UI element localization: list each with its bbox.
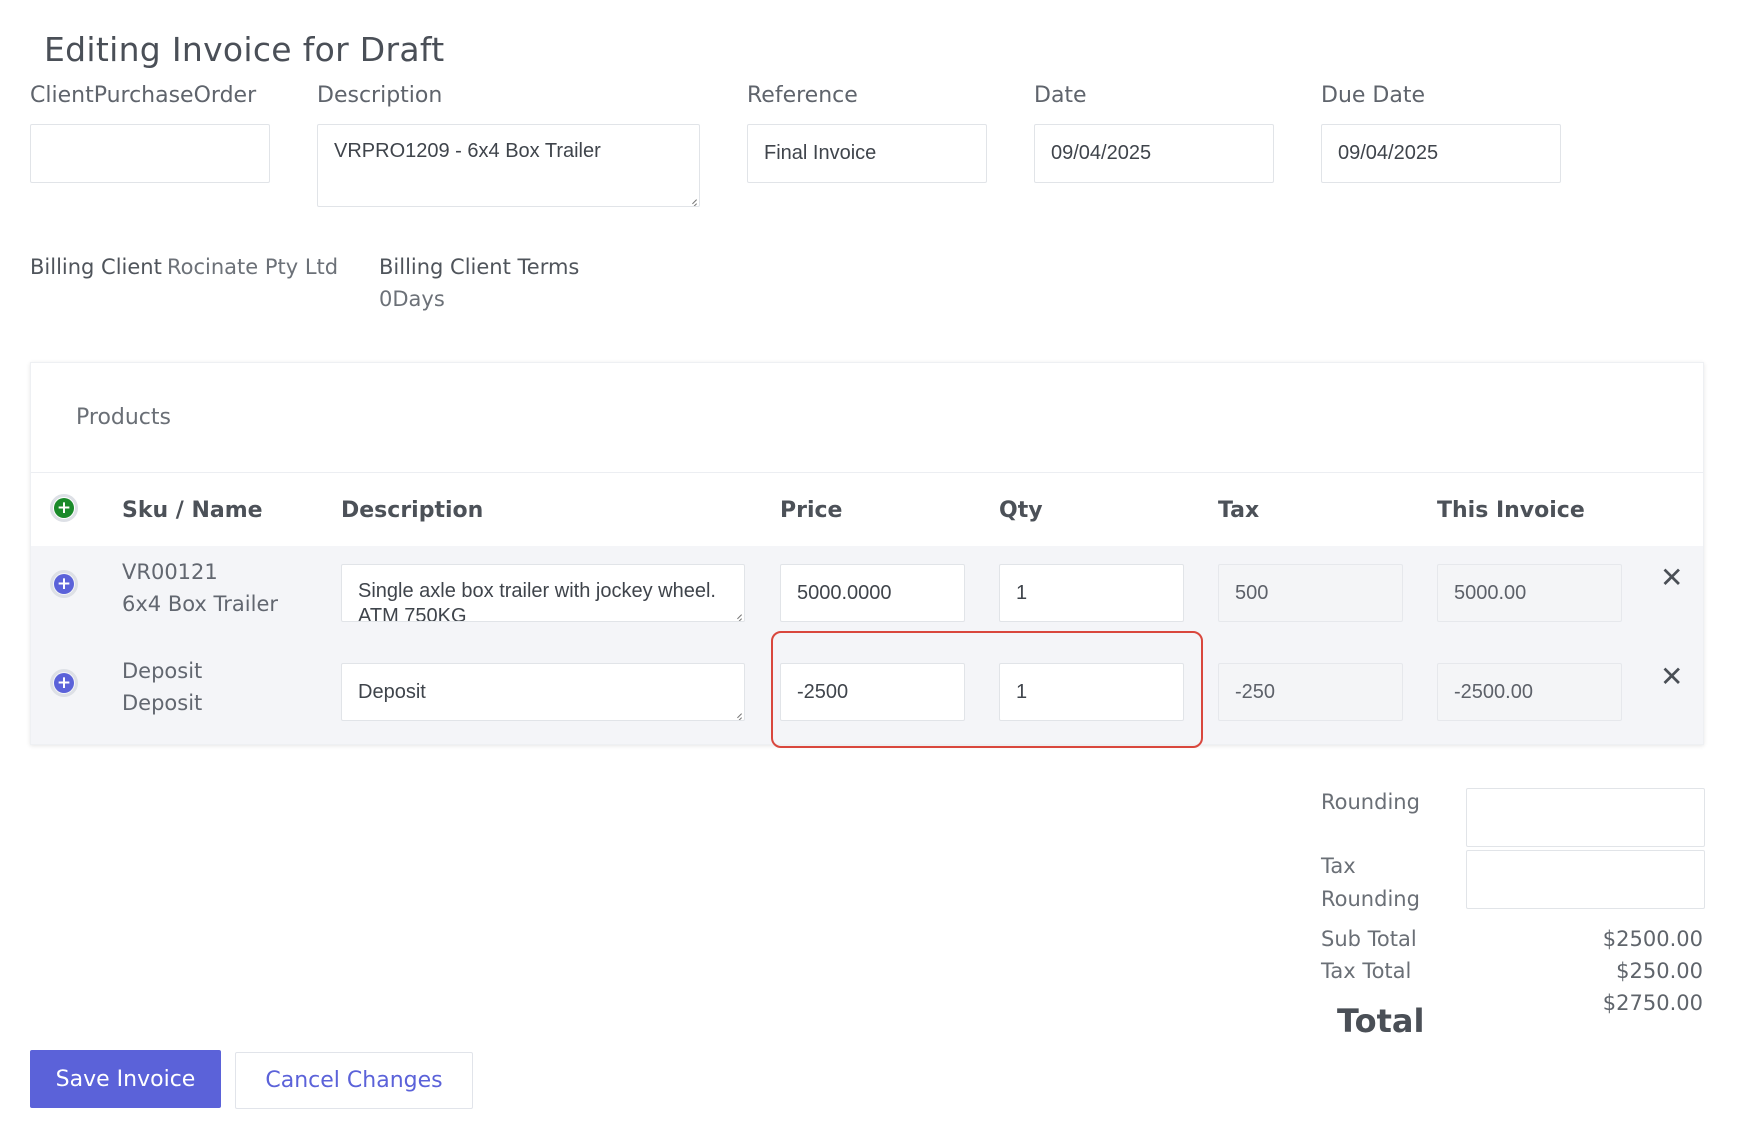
sub-total-value: $2500.00	[1602, 927, 1703, 951]
billing-client: Billing Client Rocinate Pty Ltd	[30, 255, 338, 279]
row-tax-value: 500	[1218, 564, 1403, 622]
description-label: Description	[317, 83, 443, 108]
row-description-input[interactable]: Deposit	[341, 663, 745, 721]
col-header-qty: Qty	[999, 498, 1043, 523]
row-description-input[interactable]: Single axle box trailer with jockey whee…	[341, 564, 745, 622]
page-title: Editing Invoice for Draft	[44, 30, 445, 69]
plus-circle-icon: +	[54, 574, 74, 594]
row-name: Deposit	[122, 691, 203, 715]
col-header-description: Description	[341, 498, 484, 523]
col-header-price: Price	[780, 498, 843, 523]
row-sku: Deposit	[122, 659, 203, 683]
reference-input[interactable]: Final Invoice	[747, 124, 987, 183]
client-po-input[interactable]	[30, 124, 270, 183]
tax-total-value: $250.00	[1616, 959, 1703, 983]
products-card-header: Products	[31, 363, 1703, 473]
save-invoice-button[interactable]: Save Invoice	[30, 1050, 221, 1108]
row-sku-name: VR00121 6x4 Box Trailer	[122, 556, 278, 620]
row-qty-input[interactable]: 1	[999, 564, 1184, 622]
tax-rounding-label-line2: Rounding	[1321, 887, 1420, 911]
col-header-tax: Tax	[1218, 498, 1260, 523]
col-header-this-invoice: This Invoice	[1437, 498, 1585, 523]
plus-circle-icon: +	[54, 673, 74, 693]
tax-rounding-input[interactable]	[1466, 850, 1705, 909]
billing-client-label: Billing Client	[30, 255, 162, 279]
tax-rounding-label-line1: Tax	[1321, 854, 1356, 878]
date-input[interactable]: 09/04/2025	[1034, 124, 1274, 183]
table-row: + VR00121 6x4 Box Trailer Single axle bo…	[31, 546, 1703, 644]
invoice-description-text: VRPRO1209 - 6x4 Box Trailer	[334, 140, 601, 162]
row-description-text: Single axle box trailer with jockey whee…	[358, 580, 716, 622]
resize-grip-icon[interactable]	[687, 194, 697, 204]
total-value: $2750.00	[1602, 991, 1703, 1015]
reference-label: Reference	[747, 83, 858, 108]
cancel-changes-button[interactable]: Cancel Changes	[235, 1052, 473, 1109]
billing-terms-label: Billing Client Terms	[379, 255, 580, 279]
row-tax-value: -250	[1218, 663, 1403, 721]
row-sku: VR00121	[122, 560, 218, 584]
tax-total-label: Tax Total	[1321, 959, 1412, 983]
sub-total-label: Sub Total	[1321, 927, 1417, 951]
rounding-input[interactable]	[1466, 788, 1705, 847]
row-this-invoice-value: -2500.00	[1437, 663, 1622, 721]
row-name: 6x4 Box Trailer	[122, 592, 279, 616]
highlight-annotation	[771, 631, 1203, 748]
client-po-label: ClientPurchaseOrder	[30, 83, 257, 108]
products-title: Products	[76, 405, 171, 430]
row-expand-button[interactable]: +	[50, 669, 78, 697]
billing-terms-value: 0Days	[379, 287, 445, 311]
row-sku-name: Deposit Deposit	[122, 655, 202, 719]
plus-circle-icon: +	[54, 498, 74, 518]
row-this-invoice-value: 5000.00	[1437, 564, 1622, 622]
row-price-input[interactable]: 5000.0000	[780, 564, 965, 622]
tax-rounding-label: Tax Rounding	[1321, 850, 1420, 916]
due-date-label: Due Date	[1321, 83, 1425, 108]
add-product-button[interactable]: +	[50, 494, 78, 522]
row-expand-button[interactable]: +	[50, 570, 78, 598]
close-icon[interactable]: ✕	[1660, 564, 1683, 592]
invoice-description-input[interactable]: VRPRO1209 - 6x4 Box Trailer	[317, 124, 700, 207]
date-label: Date	[1034, 83, 1087, 108]
close-icon[interactable]: ✕	[1660, 663, 1683, 691]
resize-grip-icon[interactable]	[732, 708, 742, 718]
rounding-label: Rounding	[1321, 790, 1420, 814]
col-header-sku-name: Sku / Name	[122, 498, 263, 523]
row-description-text: Deposit	[358, 681, 426, 703]
resize-grip-icon[interactable]	[732, 609, 742, 619]
due-date-input[interactable]: 09/04/2025	[1321, 124, 1561, 183]
billing-client-value: Rocinate Pty Ltd	[166, 255, 339, 279]
total-label: Total	[1337, 1002, 1425, 1040]
